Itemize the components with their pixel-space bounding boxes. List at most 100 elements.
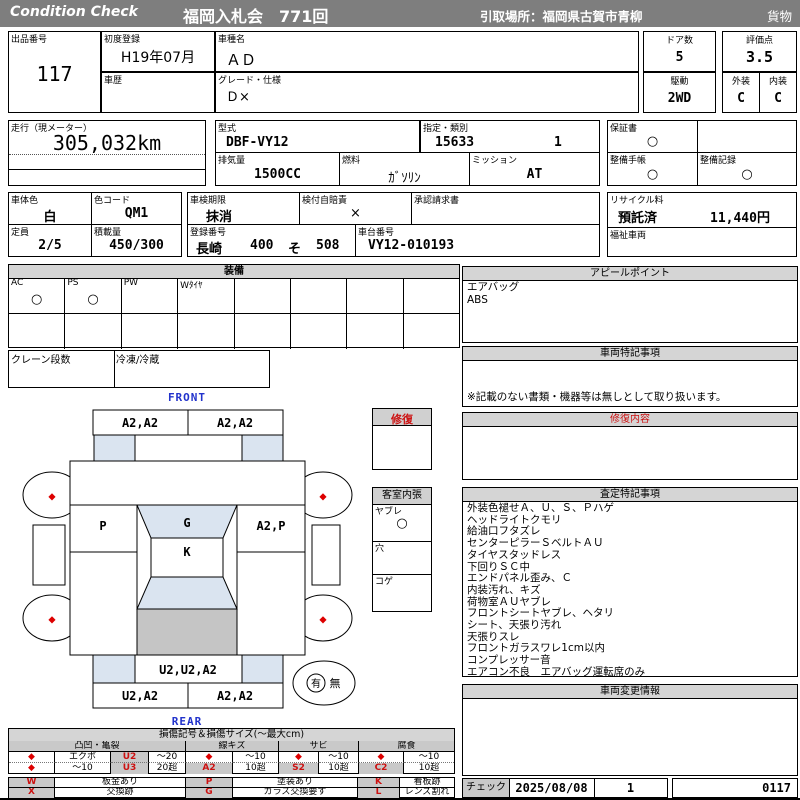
wheel-damage-mark: ◆ [48,612,56,626]
displacement: 1500CC [254,167,301,182]
capacity: 2/5 [38,238,62,253]
approval-cell: 承認請求書 [411,192,600,225]
legend-code: S2 [279,763,319,774]
chassis-cell: 車台番号 VY12-010193 [355,224,600,257]
meter-divider-dotted [9,154,205,155]
legend-symbol: ◆ [279,752,319,763]
legend-symbol: ◆ [186,752,233,763]
equip-mark: ○ [31,292,43,307]
cabin-lining-title: 客室内張 [373,488,431,505]
chassis-no: VY12-010193 [368,238,455,253]
right-sill [311,524,341,586]
inspection: 抹消 [206,210,233,225]
check-row: チェック 2025/08/08 1 [462,778,668,798]
reg-class: 400 [250,238,274,253]
legend-group-corrosion: 腐食 [359,741,454,752]
legend-symbol: ◆ [9,763,55,774]
legend-desc-g: ガラス交換要す [233,788,358,798]
model-name-cell: 車種名 ＡＤ [215,31,639,72]
model-code-cell: 型式 DBF-VY12 [215,120,420,153]
fuel: ｶﾞｿﾘﾝ [388,171,421,186]
right-side-marks: A2,P [257,519,286,533]
insurance-mark: × [350,206,361,221]
equipment-table: 装備 AC ○ PS ○ PW Wﾀｲﾔ [8,264,460,349]
grade-cell: グレード・仕様 Ｄ× [215,72,639,113]
designation-no: 15633 [435,135,475,150]
insurance-label: 検付自賠責 [302,196,348,206]
maintenance-record-label: 整備記録 [700,156,737,166]
legend-desc-p: 塗装あり [233,778,358,787]
assessment-item: タイヤスタッドレス [467,548,562,561]
wheel-damage-mark: ◆ [48,489,56,503]
legend-name: エクボ [55,752,111,763]
inspection-label: 車検期限 [190,196,227,206]
body-color: 白 [43,210,57,225]
load-capacity-cell: 積載量 450/300 [91,224,182,257]
front-right-fender [241,434,284,462]
check-label: チェック [463,779,510,797]
legend-symbol: ◆ [9,752,55,763]
assessment-item: エアコン不良 エアバッグ運転席のみ [467,665,646,678]
cabin-burn-label: コゲ [375,577,394,587]
spare-yes: 有 [311,677,321,690]
rear-gate [136,608,238,656]
equipment-title: 装備 [9,265,459,279]
warranty-cell: 保証書 ○ [607,120,698,153]
maintenance-record-mark: ○ [741,167,753,182]
rear-left-corner [92,654,136,684]
maintenance-book-mark: ○ [646,167,659,182]
rear-bumper-right-marks: A2,A2 [217,689,253,703]
warranty-label: 保証書 [610,124,638,134]
assessment-panel: 査定特記事項 外装色褪せＡ、Ｕ、Ｓ、Ｐハゲ ヘッドライトクモリ 給油口フタズレ … [462,487,798,678]
displacement-label: 排気量 [218,156,246,166]
legend-code: A2 [186,763,233,774]
equip-col-label: AC [11,278,24,288]
welfare-cell: 福祉車両 [607,227,797,257]
designation-cell: 指定・類別 15633 1 [420,120,600,153]
vehicle-notes-title: 車両特記事項 [463,347,797,361]
legend-desc-w: 板金あり [55,778,186,787]
rear-label: REAR [172,715,203,728]
drive: 2WD [667,91,692,106]
first-registration-cell: 初度登録 H19年07月 [101,31,215,72]
legend-size: 10超 [418,763,440,773]
score-label: 評価点 [745,36,773,46]
repair-content-title: 修復内容 [463,413,797,427]
exterior-grade: C [737,91,745,106]
lot-number: 117 [36,62,73,86]
legend-code-w: W [9,778,55,787]
rear-bumper-left-marks: U2,A2 [122,689,158,703]
assessment-title: 査定特記事項 [463,488,797,502]
legend-code-x: X [9,788,55,798]
recycle-label: リサイクル料 [610,196,664,206]
legend-code: U3 [111,763,149,774]
appeal-item: エアバッグ [467,281,520,293]
legend-size: ～10 [404,752,454,763]
repair-box-header: 修復 [372,408,432,426]
crane-label: クレーン段数 [11,355,71,366]
displacement-cell: 排気量 1500CC [215,152,340,186]
equip-mark: ○ [87,292,99,307]
doors-label: ドア数 [665,36,693,46]
front-bumper-right-marks: A2,A2 [217,416,253,430]
vehicle-notes-panel: 車両特記事項 ※記載のない書類・機器等は無しとして取り扱います。 [462,346,798,407]
appeal-title: アピールポイント [463,267,797,281]
rear-panel-marks: U2,U2,A2 [159,663,217,677]
check-count: 1 [626,781,635,795]
assessment-item: 外装色褪せＡ、Ｕ、Ｓ、Ｐハゲ [467,502,614,514]
recycle-status: 預託済 [618,211,658,226]
front-cowl [134,434,243,462]
transmission-label: ミッション [472,156,518,166]
rear-window [136,576,238,610]
legend-code-g: G [186,788,233,798]
spare-tire-indicator [292,660,356,706]
maintenance-book-label: 整備手帳 [610,156,647,166]
left-sill [32,524,66,586]
interior-grade-cell: 内装 C [759,72,797,113]
reg-region: 長崎 [196,242,223,257]
legend-desc-x: 交換跡 [55,788,186,798]
front-left-fender [93,434,136,462]
meter-divider-solid [9,169,205,170]
windshield-mark: G [183,516,190,530]
equip-col-label: PS [67,278,79,288]
